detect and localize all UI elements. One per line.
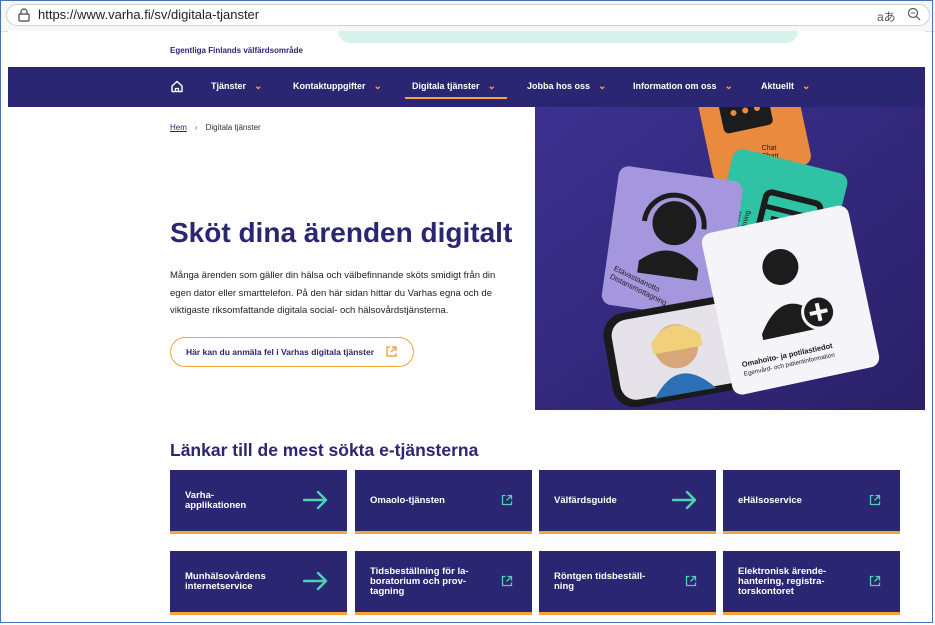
breadcrumb: Hem › Digitala tjänster — [170, 123, 261, 132]
chevron-down-icon: ⌄ — [373, 81, 382, 92]
chevron-down-icon: ⌄ — [802, 81, 811, 92]
service-card-label: Munhälsovårdens internetservice — [185, 571, 266, 592]
chevron-down-icon: ⌄ — [598, 81, 607, 92]
external-link-icon — [386, 346, 397, 357]
service-card[interactable]: eHälsoservice — [723, 470, 900, 534]
service-card-label: Elektronisk ärende-hantering, registra-t… — [738, 566, 827, 597]
arrow-right-icon — [303, 490, 328, 510]
home-icon[interactable] — [170, 79, 184, 93]
service-card[interactable]: Munhälsovårdens internetservice — [170, 551, 347, 615]
service-card[interactable]: Omaolo-tjänsten — [355, 470, 532, 534]
mint-decoration — [338, 31, 798, 43]
url-text[interactable]: https://www.varha.fi/sv/digitala-tjanste… — [38, 7, 259, 22]
service-card-label: Varha-applikationen — [185, 490, 247, 511]
arrow-right-icon — [672, 490, 697, 510]
breadcrumb-current: Digitala tjänster — [205, 123, 261, 132]
nav-item-tjanster[interactable]: Tjänster ⌄ — [211, 81, 262, 92]
chevron-down-icon: ⌄ — [487, 81, 496, 92]
lock-icon[interactable] — [18, 8, 30, 22]
report-error-button[interactable]: Här kan du anmäla fel i Varhas digitala … — [170, 337, 414, 367]
external-link-icon — [501, 575, 513, 587]
browser-toolbar: https://www.varha.fi/sv/digitala-tjanste… — [0, 0, 935, 32]
page-title: Sköt dina ärenden digitalt — [170, 217, 513, 248]
external-link-icon — [501, 494, 513, 506]
report-error-label: Här kan du anmäla fel i Varhas digitala … — [186, 347, 375, 357]
url-path: /sv/digitala-tjanster — [150, 7, 260, 22]
url-host: www.varha.fi — [77, 7, 151, 22]
url-prefix: https:// — [38, 7, 78, 22]
service-card[interactable]: Välfärdsguide — [539, 470, 716, 534]
hero-intro-text: Många ärenden som gäller din hälsa och v… — [170, 270, 496, 316]
chevron-down-icon: ⌄ — [724, 81, 733, 92]
translate-icon[interactable]: aあ — [877, 8, 896, 25]
arrow-right-icon — [303, 571, 328, 591]
nav-item-kontaktuppgifter[interactable]: Kontaktuppgifter ⌄ — [293, 81, 382, 92]
nav-item-digitala-tjanster[interactable]: Digitala tjänster ⌄ — [412, 81, 496, 92]
service-card-label: Välfärdsguide — [554, 495, 617, 506]
service-card-label: Tidsbeställning för la-boratorium och pr… — [370, 566, 469, 597]
nav-item-jobba-hos-oss[interactable]: Jobba hos oss ⌄ — [527, 81, 606, 92]
links-section-title: Länkar till de mest sökta e-tjänsterna — [170, 440, 479, 460]
service-card[interactable]: Varha-applikationen — [170, 470, 347, 534]
nav-active-indicator — [405, 97, 507, 99]
breadcrumb-separator: › — [194, 123, 198, 132]
service-card[interactable]: Tidsbeställning för la-boratorium och pr… — [355, 551, 532, 615]
nav-item-aktuellt[interactable]: Aktuellt ⌄ — [761, 81, 810, 92]
service-card-label: eHälsoservice — [738, 495, 802, 506]
breadcrumb-home-link[interactable]: Hem — [170, 123, 187, 132]
brand-name[interactable]: Egentliga Finlands välfärdsområde — [170, 46, 303, 55]
hero-illustration: ChatChatt AjanvarausTidsbokning Etävasta… — [535, 107, 925, 410]
hero-illustration-svg: ChatChatt AjanvarausTidsbokning Etävasta… — [535, 107, 925, 410]
external-link-icon — [869, 494, 881, 506]
zoom-icon[interactable] — [907, 7, 921, 21]
service-card[interactable]: Elektronisk ärende-hantering, registra-t… — [723, 551, 900, 615]
nav-item-information-om-oss[interactable]: Information om oss ⌄ — [633, 81, 733, 92]
service-card[interactable]: Röntgen tidsbeställ-ning — [539, 551, 716, 615]
service-card-label: Omaolo-tjänsten — [370, 495, 445, 506]
chevron-down-icon: ⌄ — [254, 81, 263, 92]
external-link-icon — [869, 575, 881, 587]
external-link-icon — [685, 575, 697, 587]
service-card-label: Röntgen tidsbeställ-ning — [554, 571, 646, 592]
